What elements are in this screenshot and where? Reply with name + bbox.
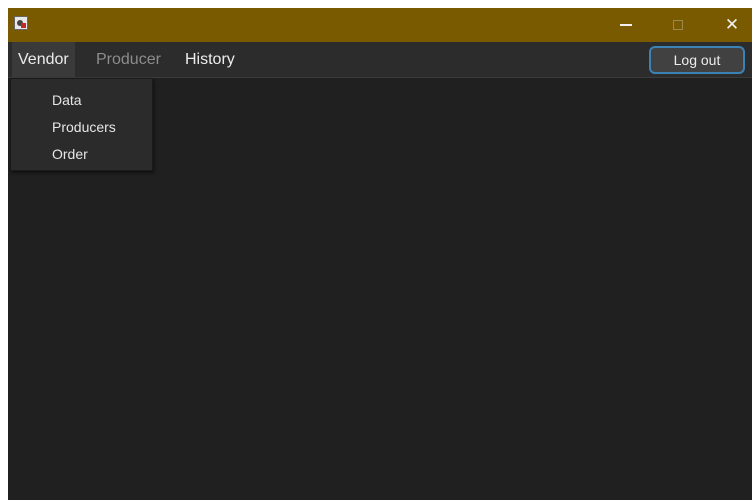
vendor-dropdown-menu: Data Producers Order <box>10 78 153 171</box>
menu-producer[interactable]: Producer <box>90 42 167 78</box>
menu-item-data[interactable]: Data <box>11 87 152 114</box>
close-button[interactable]: ✕ <box>712 8 752 42</box>
maximize-icon <box>673 20 683 30</box>
logout-button[interactable]: Log out <box>649 46 745 74</box>
menu-history[interactable]: History <box>179 42 241 78</box>
close-icon: ✕ <box>724 15 740 34</box>
app-icon <box>14 16 28 30</box>
menu-item-order[interactable]: Order <box>11 141 152 168</box>
menu-bar: Vendor Producer History Log out <box>8 42 752 78</box>
title-bar: ✕ <box>8 8 752 42</box>
minimize-icon <box>620 24 632 26</box>
menu-vendor[interactable]: Vendor <box>12 42 75 78</box>
app-window: ✕ Vendor Producer History Log out Data P… <box>8 8 752 500</box>
maximize-button[interactable] <box>658 8 698 42</box>
minimize-button[interactable] <box>606 8 646 42</box>
menu-item-producers[interactable]: Producers <box>11 114 152 141</box>
